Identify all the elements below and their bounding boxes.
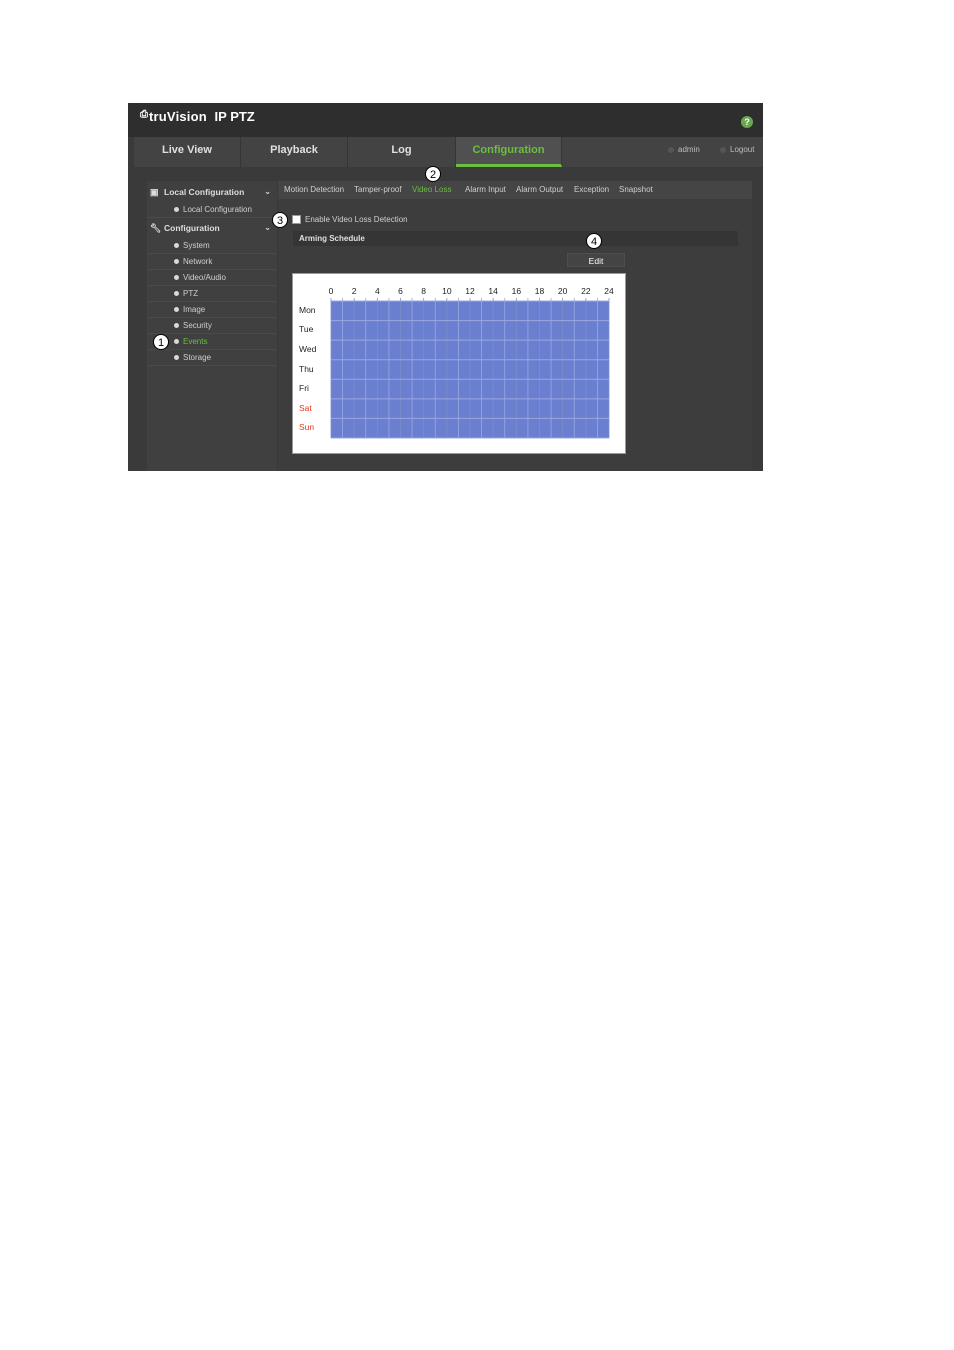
sidebar-item-label: Local Configuration	[183, 205, 252, 214]
enable-video-loss-checkbox[interactable]	[292, 215, 301, 225]
hour-label: 10	[442, 286, 452, 296]
app-window: ⎙truVision IP PTZ ? Live View Playback L…	[128, 103, 763, 471]
bullet-icon	[174, 243, 179, 249]
day-label: Sat	[299, 402, 312, 413]
hour-label: 20	[557, 286, 568, 296]
sidebar: ▣ Local Configuration ⌄ Local Configurati…	[147, 181, 277, 471]
content-panel: Motion Detection Tamper-proof Video Loss…	[278, 181, 752, 471]
schedule-grid-svg[interactable]	[293, 274, 627, 455]
sidebar-item-label: Events	[183, 337, 208, 346]
product-name: IP PTZ	[214, 109, 255, 124]
bullet-icon	[174, 291, 179, 297]
hour-label: 6	[398, 286, 403, 296]
sidebar-group-label: Local Configuration	[164, 187, 245, 197]
monitor-icon: ▣	[150, 187, 159, 198]
callout-4: 4	[586, 233, 602, 249]
sidebar-item-network[interactable]: Network	[147, 254, 277, 270]
sidebar-item-image[interactable]: Image	[147, 302, 277, 318]
hour-label: 22	[581, 286, 591, 296]
callout-1: 1	[153, 334, 169, 350]
subtab-snapshot[interactable]: Snapshot	[619, 181, 653, 199]
subtab-exception[interactable]: Exception	[574, 181, 609, 199]
user-link[interactable]: admin	[668, 145, 700, 154]
hour-label: 16	[511, 286, 522, 296]
hour-label: 24	[604, 286, 614, 296]
hour-label: 12	[465, 286, 475, 296]
tab-playback[interactable]: Playback	[241, 137, 348, 167]
arming-schedule-header: Arming Schedule	[293, 231, 738, 246]
callout-2: 2	[425, 166, 441, 182]
day-label: Wed	[299, 343, 317, 354]
sidebar-item-storage[interactable]: Storage	[147, 350, 277, 366]
enable-video-loss-label: Enable Video Loss Detection	[305, 215, 408, 224]
hour-label: 14	[488, 286, 498, 296]
sidebar-item-label: Video/Audio	[183, 273, 226, 282]
bullet-icon	[174, 207, 179, 213]
subtab-motion-detection[interactable]: Motion Detection	[284, 181, 344, 199]
brand-name: truVision	[149, 109, 207, 124]
hour-label: 8	[421, 286, 427, 296]
sidebar-item-label: Security	[183, 321, 212, 330]
sidebar-group-label: Configuration	[164, 223, 220, 233]
bullet-icon	[174, 275, 179, 281]
tab-live-view[interactable]: Live View	[134, 137, 241, 167]
schedule-grid[interactable]: 0 2 4 6 8 10 12 14 16 18 20 22 24 Mon Tue Wed Thu Fri Sat…	[292, 273, 626, 454]
chevron-down-icon: ⌄	[264, 223, 271, 232]
hour-label: 0	[328, 286, 334, 296]
wrench-icon: 🔧︎	[150, 223, 162, 234]
sidebar-item-local-configuration[interactable]: Local Configuration	[147, 202, 277, 218]
enable-video-loss-row: Enable Video Loss Detection	[292, 214, 408, 226]
logout-icon	[720, 146, 726, 153]
bullet-icon	[174, 323, 179, 329]
bullet-icon	[174, 259, 179, 265]
event-subtabs: Motion Detection Tamper-proof Video Loss…	[278, 181, 752, 199]
sidebar-item-label: Image	[183, 305, 206, 314]
logo: ⎙truVision IP PTZ	[140, 109, 255, 124]
bullet-icon	[174, 307, 179, 313]
sidebar-item-system[interactable]: System	[147, 238, 277, 254]
subtab-tamper-proof[interactable]: Tamper-proof	[354, 181, 402, 199]
day-label: Mon	[299, 304, 316, 315]
logout-label: Logout	[730, 145, 755, 154]
user-icon	[668, 146, 674, 153]
subtab-alarm-input[interactable]: Alarm Input	[465, 181, 506, 199]
title-bar: ⎙truVision IP PTZ ?	[128, 103, 763, 137]
subtab-video-loss[interactable]: Video Loss	[412, 181, 451, 199]
camera-logo-icon: ⎙	[140, 109, 148, 120]
sidebar-item-label: Storage	[183, 353, 212, 362]
sidebar-item-ptz[interactable]: PTZ	[147, 286, 277, 302]
hour-label: 2	[351, 286, 357, 296]
hour-label: 4	[374, 286, 380, 296]
tab-configuration[interactable]: Configuration	[456, 137, 562, 167]
sidebar-item-label: PTZ	[183, 289, 199, 298]
bullet-icon	[174, 339, 179, 345]
main-nav: Live View Playback Log Configuration adm…	[134, 137, 763, 167]
user-name: admin	[678, 145, 700, 154]
tab-log[interactable]: Log	[348, 137, 456, 167]
day-label: Fri	[299, 383, 309, 394]
bullet-icon	[174, 355, 179, 361]
day-label: Thu	[299, 363, 314, 374]
sidebar-item-security[interactable]: Security	[147, 318, 277, 334]
subtab-alarm-output[interactable]: Alarm Output	[516, 181, 563, 199]
sidebar-item-video-audio[interactable]: Video/Audio	[147, 270, 277, 286]
hour-label: 18	[534, 286, 545, 296]
day-label: Sun	[299, 422, 315, 433]
sidebar-item-label: Network	[183, 257, 213, 266]
logout-link[interactable]: Logout	[720, 145, 754, 154]
sidebar-group-configuration[interactable]: 🔧︎ Configuration ⌄	[147, 219, 277, 237]
edit-button[interactable]: Edit	[567, 253, 625, 267]
help-icon[interactable]: ?	[741, 116, 753, 128]
day-label: Tue	[299, 324, 314, 335]
sidebar-group-local[interactable]: ▣ Local Configuration ⌄	[147, 183, 277, 201]
sidebar-item-label: System	[183, 241, 210, 250]
callout-3: 3	[272, 212, 288, 228]
chevron-down-icon: ⌄	[264, 187, 271, 196]
